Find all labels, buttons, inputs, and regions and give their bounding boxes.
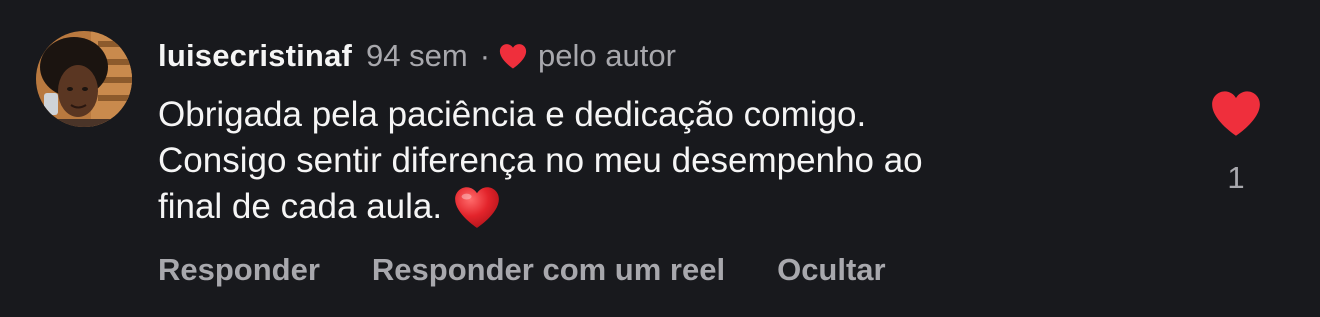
red-heart-emoji-icon: [452, 184, 502, 230]
comment-item: luisecristinaf 94 sem · pelo autor Obrig…: [0, 0, 1320, 317]
avatar[interactable]: [36, 31, 132, 127]
reply-button[interactable]: Responder: [158, 252, 320, 288]
avatar-image: [36, 31, 132, 127]
liked-by-author-label: pelo autor: [538, 38, 676, 73]
reply-with-reel-button[interactable]: Responder com um reel: [372, 252, 725, 288]
comment-body: Obrigada pela paciência e dedicação comi…: [158, 92, 1158, 230]
heart-icon: [498, 42, 528, 70]
hide-button[interactable]: Ocultar: [777, 252, 886, 288]
like-button[interactable]: [1208, 88, 1264, 138]
comment-line: Consigo sentir diferença no meu desempen…: [158, 141, 923, 180]
separator-dot: ·: [479, 38, 491, 73]
username[interactable]: luisecristinaf: [158, 38, 352, 74]
comment-actions: Responder Responder com um reel Ocultar: [158, 252, 886, 288]
heart-filled-icon: [1212, 91, 1260, 136]
comment-line-last: final de cada aula.: [158, 184, 1158, 230]
comment-line: Obrigada pela paciência e dedicação comi…: [158, 95, 867, 134]
comment-header: luisecristinaf 94 sem · pelo autor: [158, 36, 676, 76]
like-count[interactable]: 1: [1218, 160, 1254, 196]
comment-line-text: final de cada aula.: [158, 187, 443, 226]
timestamp[interactable]: 94 sem: [366, 38, 468, 74]
